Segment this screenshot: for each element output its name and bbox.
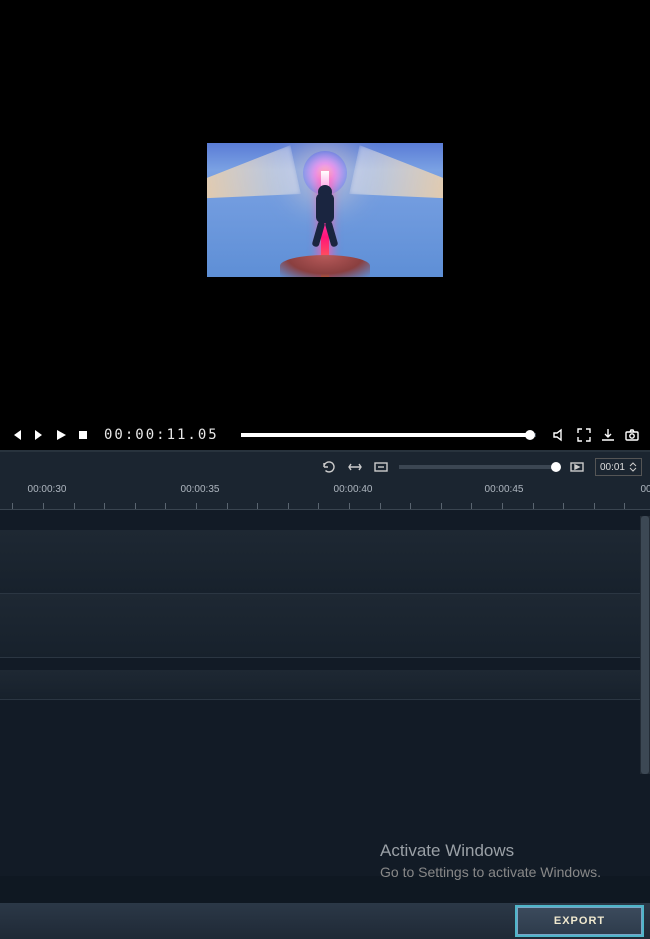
- stop-button[interactable]: [76, 428, 90, 442]
- time-step-value: 00:01: [600, 462, 625, 473]
- zoom-slider[interactable]: [399, 465, 559, 469]
- letterbox-bottom: [207, 277, 443, 420]
- timeline-toolbar: 00:01: [0, 452, 650, 482]
- fullscreen-icon[interactable]: [576, 427, 592, 443]
- playback-scrubber-thumb[interactable]: [525, 430, 535, 440]
- refresh-icon[interactable]: [321, 459, 337, 475]
- letterbox-top: [207, 0, 443, 143]
- track-empty-area: [0, 700, 650, 876]
- ruler-label: 00:00:45: [485, 484, 524, 495]
- fit-width-icon[interactable]: [347, 459, 363, 475]
- preview-viewport: [0, 0, 650, 420]
- preview-canvas: [207, 0, 443, 420]
- next-frame-button[interactable]: [32, 428, 46, 442]
- time-step-spinner[interactable]: 00:01: [595, 458, 642, 476]
- playback-bar: 00:00:11.05: [0, 420, 650, 452]
- track-row[interactable]: [0, 670, 650, 700]
- vertical-scrollbar-thumb[interactable]: [641, 516, 649, 774]
- ruler-label: 00:00:30: [28, 484, 67, 495]
- track-row[interactable]: [0, 530, 650, 594]
- ruler-label: 00: [640, 484, 650, 495]
- volume-icon[interactable]: [552, 427, 568, 443]
- timeline-tracks: [0, 510, 650, 876]
- zoom-to-fit-icon[interactable]: [373, 459, 389, 475]
- track-row[interactable]: [0, 594, 650, 658]
- export-frame-icon[interactable]: [600, 427, 616, 443]
- export-button[interactable]: EXPORT: [517, 907, 642, 935]
- prev-frame-button[interactable]: [10, 428, 24, 442]
- timecode-display: 00:00:11.05: [104, 427, 219, 443]
- ruler-label: 00:00:40: [334, 484, 373, 495]
- spinner-down-icon[interactable]: [629, 467, 637, 472]
- export-button-label: EXPORT: [554, 915, 605, 927]
- playback-scrubber[interactable]: [241, 433, 536, 437]
- playback-scrubber-fill: [241, 433, 530, 437]
- vertical-scrollbar[interactable]: [640, 516, 650, 774]
- preview-quality-icon[interactable]: [569, 459, 585, 475]
- track-spacer: [0, 658, 650, 670]
- ruler-label: 00:00:35: [181, 484, 220, 495]
- zoom-slider-thumb[interactable]: [551, 462, 561, 472]
- play-button[interactable]: [54, 428, 68, 442]
- bottom-bar: EXPORT: [0, 903, 650, 939]
- video-frame: [207, 143, 443, 277]
- snapshot-icon[interactable]: [624, 427, 640, 443]
- track-spacer: [0, 510, 650, 530]
- timeline-ruler[interactable]: 00:00:30 00:00:35 00:00:40 00:00:45 00: [0, 482, 650, 510]
